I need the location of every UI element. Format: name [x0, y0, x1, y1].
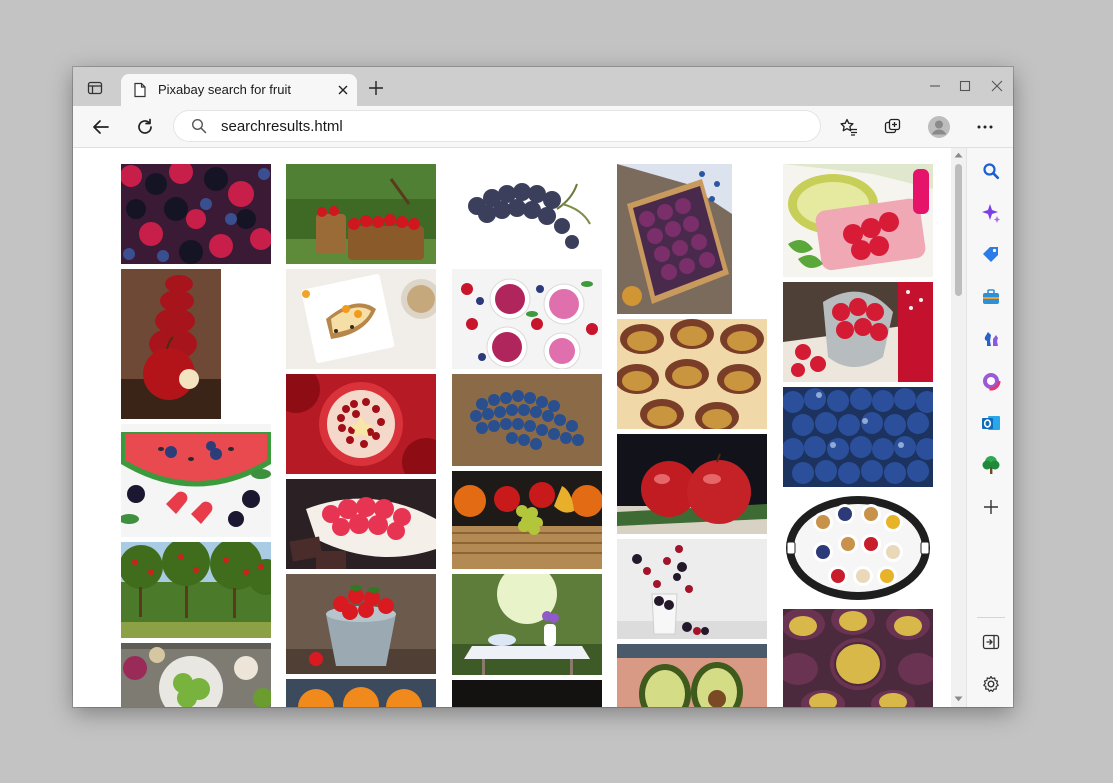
result-image[interactable]: [617, 539, 767, 639]
result-image[interactable]: [121, 643, 271, 707]
result-image[interactable]: [121, 164, 271, 264]
hide-sidebar-icon[interactable]: [981, 632, 1001, 652]
result-image[interactable]: [452, 164, 602, 264]
scrollbar-thumb[interactable]: [955, 164, 962, 296]
tab-title: Pixabay search for fruit: [158, 82, 291, 97]
edge-sidebar: [966, 148, 1013, 707]
favorites-star-icon[interactable]: [838, 116, 860, 138]
result-image[interactable]: [783, 492, 933, 604]
result-image[interactable]: [617, 319, 767, 429]
page-icon: [133, 82, 147, 103]
scroll-up-icon[interactable]: [954, 152, 963, 158]
search-icon: [191, 118, 207, 139]
scroll-down-icon[interactable]: [954, 696, 963, 702]
tab-bar: Pixabay search for fruit: [73, 67, 1013, 106]
result-image[interactable]: [121, 269, 221, 419]
search-icon[interactable]: [981, 161, 1001, 181]
result-image[interactable]: [286, 374, 436, 474]
result-image[interactable]: [121, 424, 271, 537]
result-image[interactable]: [783, 387, 933, 487]
result-image[interactable]: [617, 434, 767, 534]
result-image[interactable]: [783, 282, 933, 382]
result-image[interactable]: [783, 609, 933, 707]
back-arrow-icon[interactable]: [90, 116, 112, 138]
result-image[interactable]: [121, 542, 271, 638]
search-results-grid: [73, 148, 966, 707]
address-input[interactable]: [221, 116, 781, 136]
collections-icon[interactable]: [882, 116, 904, 138]
settings-icon[interactable]: [981, 674, 1001, 694]
maximize-icon[interactable]: [958, 79, 972, 93]
office-icon[interactable]: [981, 371, 1001, 391]
tab-actions-icon[interactable]: [85, 78, 105, 98]
vertical-scrollbar[interactable]: [951, 148, 966, 707]
minimize-icon[interactable]: [928, 79, 942, 93]
result-image[interactable]: [286, 269, 436, 369]
result-image[interactable]: [286, 574, 436, 674]
browser-window: Pixabay search for fruit: [73, 67, 1013, 707]
result-image[interactable]: [452, 680, 602, 707]
add-icon[interactable]: [981, 497, 1001, 517]
games-icon[interactable]: [981, 329, 1001, 349]
copilot-sparkle-icon[interactable]: [981, 203, 1001, 223]
more-options-icon[interactable]: [974, 116, 996, 138]
shopping-tag-icon[interactable]: [981, 245, 1001, 265]
toolbar: [73, 106, 1013, 148]
result-image[interactable]: [452, 471, 602, 569]
refresh-icon[interactable]: [134, 116, 156, 138]
close-icon[interactable]: [990, 79, 1004, 93]
toolbox-icon[interactable]: [981, 287, 1001, 307]
tab-pixabay-fruit[interactable]: Pixabay search for fruit: [121, 74, 357, 106]
result-image[interactable]: [617, 644, 767, 707]
result-image[interactable]: [452, 574, 602, 675]
tree-icon[interactable]: [981, 455, 1001, 475]
result-image[interactable]: [286, 479, 436, 569]
new-tab-icon[interactable]: [369, 81, 383, 95]
sidebar-divider: [977, 617, 1005, 618]
result-image[interactable]: [452, 374, 602, 466]
result-image[interactable]: [783, 164, 933, 277]
result-image[interactable]: [617, 164, 732, 314]
result-image[interactable]: [286, 679, 436, 707]
profile-avatar-icon[interactable]: [928, 116, 950, 138]
tab-close-icon[interactable]: [336, 83, 350, 97]
result-image[interactable]: [286, 164, 436, 264]
result-image[interactable]: [452, 269, 602, 369]
address-bar[interactable]: [173, 110, 821, 142]
outlook-icon[interactable]: [981, 413, 1001, 433]
